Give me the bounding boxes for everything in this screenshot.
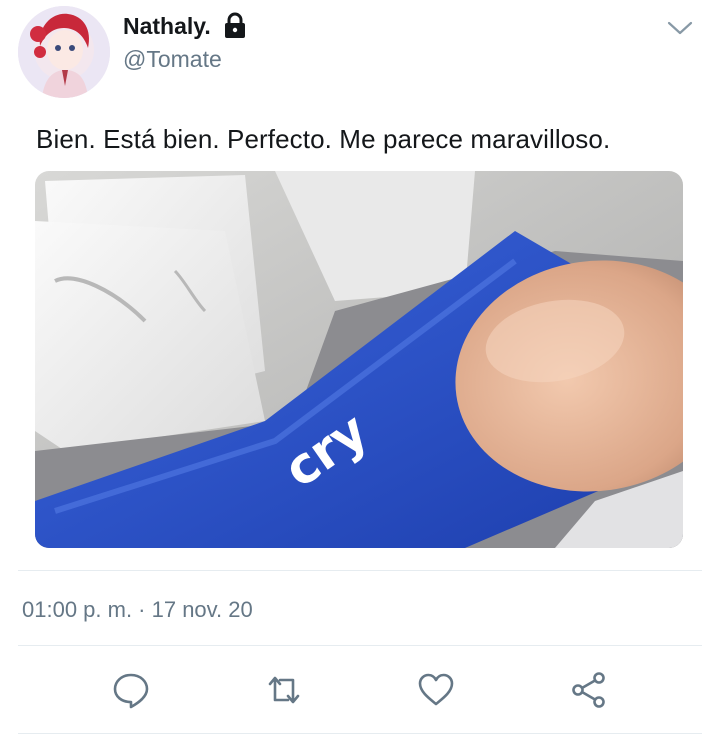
- reply-button[interactable]: [111, 670, 151, 710]
- share-icon: [572, 672, 605, 708]
- share-button[interactable]: [569, 670, 609, 710]
- retweet-icon: [268, 676, 300, 704]
- tweet-text: Bien. Está bien. Perfecto. Me parece mar…: [36, 124, 611, 154]
- heart-icon: [418, 673, 454, 706]
- like-button[interactable]: [416, 670, 456, 710]
- divider: [18, 570, 702, 571]
- display-name[interactable]: Nathaly.: [123, 13, 211, 40]
- divider: [18, 733, 702, 734]
- tweet-timestamp[interactable]: 01:00 p. m. · 17 nov. 20: [22, 597, 253, 623]
- tweet-card: Nathaly. @Tomate Bien. Está bien. Perfec…: [0, 0, 720, 741]
- avatar[interactable]: [18, 6, 110, 98]
- divider: [18, 645, 702, 646]
- name-row: Nathaly.: [123, 12, 247, 40]
- reply-icon: [113, 673, 149, 709]
- chevron-down-icon[interactable]: [664, 16, 696, 40]
- retweet-button[interactable]: [264, 670, 304, 710]
- lock-icon: [223, 12, 247, 40]
- tweet-media-image[interactable]: cry: [35, 171, 683, 548]
- user-handle[interactable]: @Tomate: [123, 46, 222, 73]
